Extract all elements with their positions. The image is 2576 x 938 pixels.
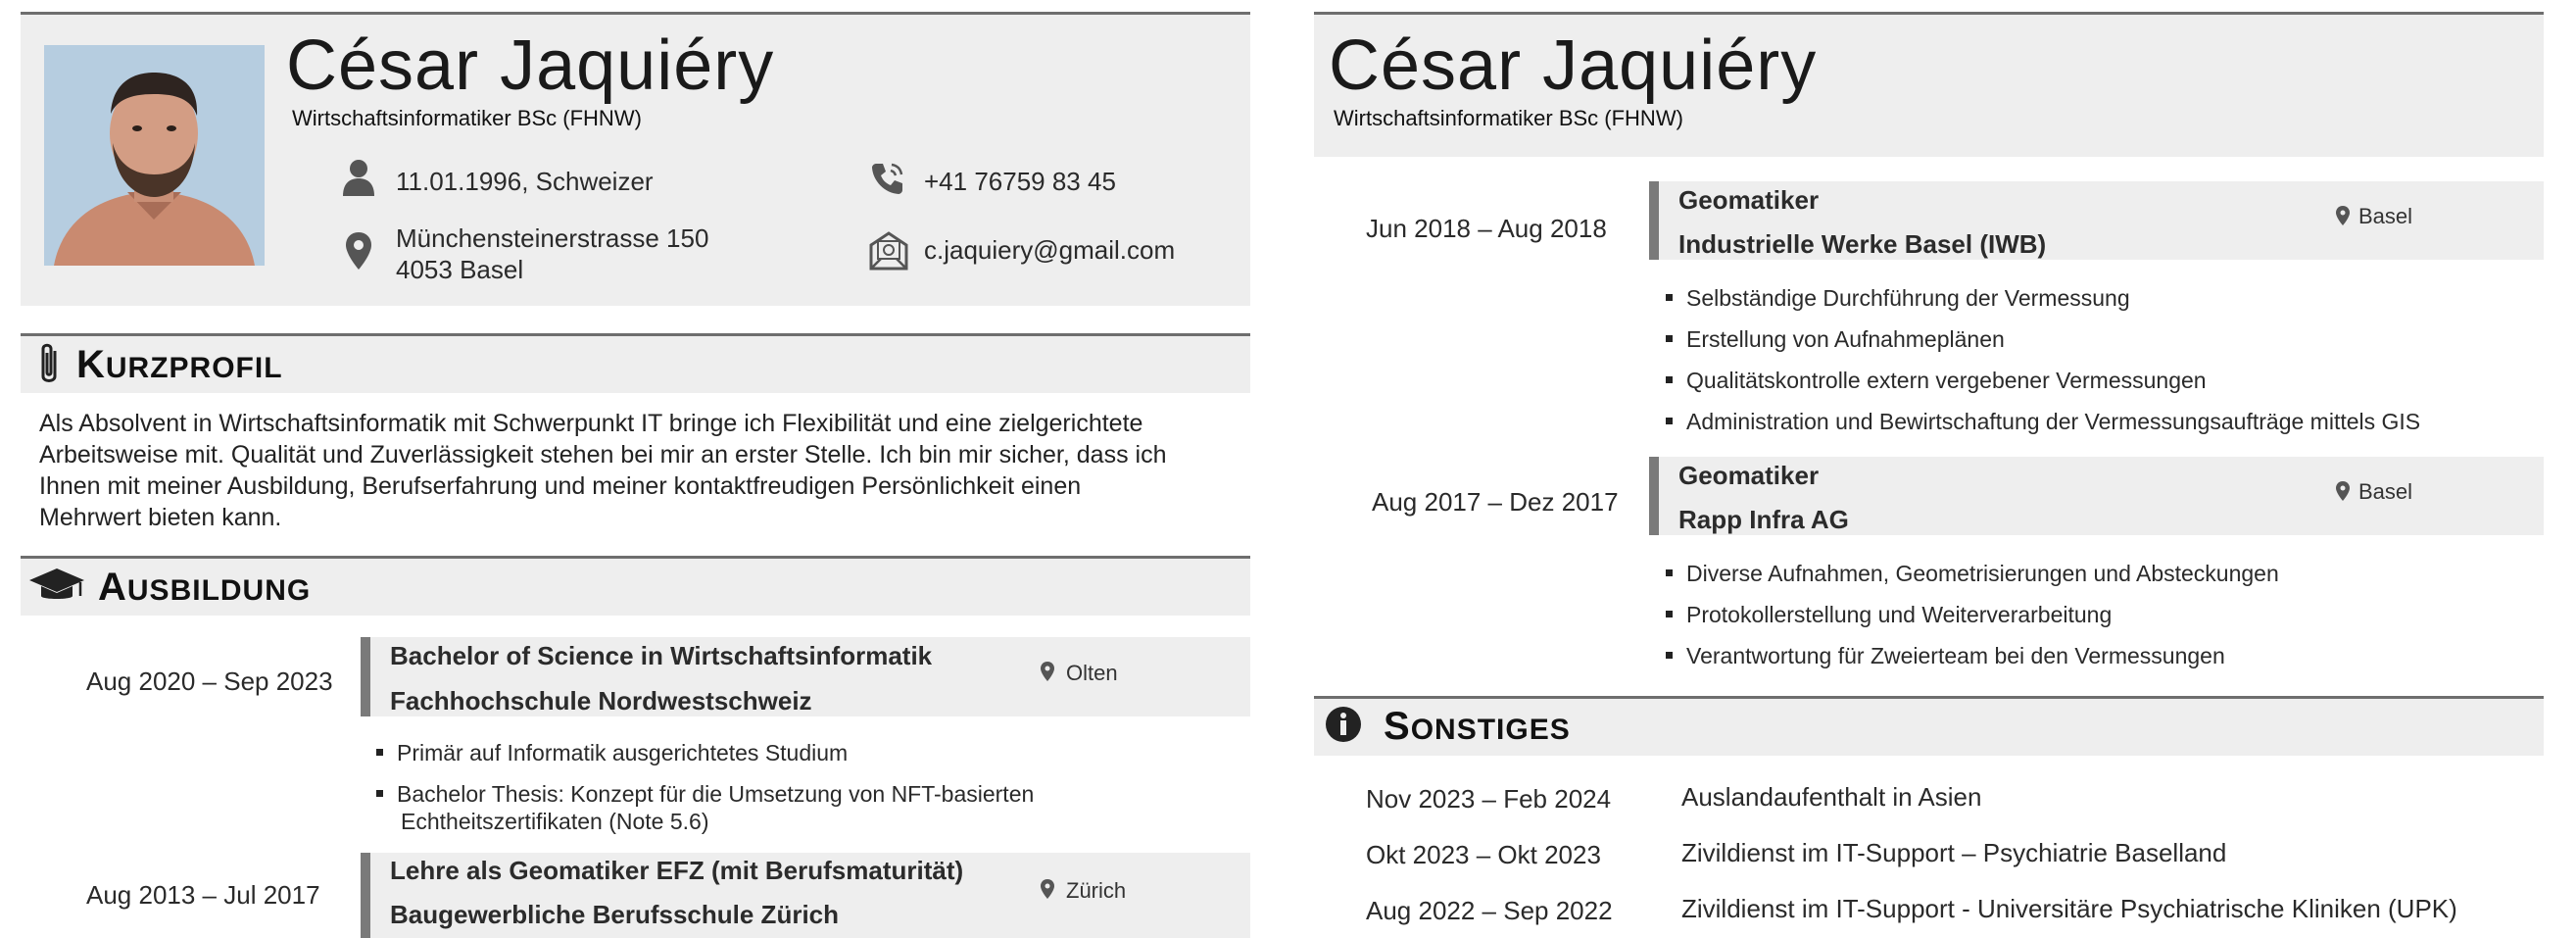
kurzprofil-line: Als Absolvent in Wirtschaftsinformatik m… (39, 410, 1143, 437)
phone-number: +41 76759 83 45 (924, 167, 1116, 196)
bullet-text: Administration und Bewirtschaftung der V… (1686, 409, 2421, 434)
degree-title: Bachelor of Science in Wirtschaftsinform… (390, 641, 933, 670)
bullet-text: Primär auf Informatik ausgerichtetes Stu… (397, 740, 849, 765)
company-name: Industrielle Werke Basel (IWB) (1678, 229, 2047, 259)
location-pin-icon (346, 232, 371, 270)
school-name: Fachhochschule Nordwestschweiz (390, 686, 812, 716)
candidate-name: César Jaquiéry (286, 26, 775, 105)
bullet-text: Protokollerstellung und Weiterverarbeitu… (1686, 602, 2113, 627)
list-item: Selbständige Durchführung der Vermessung (1666, 284, 2130, 313)
sonstiges-title-rest: ONSTIGES (1410, 714, 1571, 746)
ausbildung-title-initial: A (98, 566, 127, 609)
entry-location: Basel (2358, 479, 2413, 504)
list-item: Administration und Bewirtschaftung der V… (1666, 408, 2420, 436)
info-icon (1326, 707, 1361, 742)
entry-location: Zürich (1066, 878, 1127, 903)
list-item-continuation: Echtheitszertifikaten (Note 5.6) (401, 809, 709, 834)
entry-date: Aug 2020 – Sep 2023 (86, 666, 333, 696)
list-item: Bachelor Thesis: Konzept für die Umsetzu… (376, 780, 1034, 809)
sonstiges-title-initial: S (1384, 705, 1411, 748)
phone-icon (872, 163, 903, 194)
list-item: Primär auf Informatik ausgerichtetes Stu… (376, 739, 848, 767)
address-street: Münchensteinerstrasse 150 (396, 223, 709, 253)
misc-date: Okt 2023 – Okt 2023 (1366, 840, 1601, 869)
degree-title: Lehre als Geomatiker EFZ (mit Berufsmatu… (390, 856, 964, 885)
entry-location: Basel (2358, 204, 2413, 228)
location-pin-icon (1041, 879, 1054, 899)
list-item: Diverse Aufnahmen, Geometrisierungen und… (1666, 560, 2279, 588)
location-pin-icon (1041, 662, 1054, 681)
list-item: Erstellung von Aufnahmeplänen (1666, 325, 2005, 354)
entry-date: Jun 2018 – Aug 2018 (1366, 214, 1607, 243)
kurzprofil-line: Mehrwert bieten kann. (39, 504, 282, 531)
email-icon (869, 231, 908, 271)
bullet-text: Bachelor Thesis: Konzept für die Umsetzu… (397, 781, 1035, 807)
ausbildung-title-rest: USBILDUNG (126, 574, 312, 607)
email-address: c.jaquiery@gmail.com (924, 235, 1176, 265)
job-title: Geomatiker (1678, 185, 1820, 215)
ausbildung-title: AUSBILDUNG (98, 566, 311, 610)
cv-page-right: César Jaquiéry Wirtschaftsinformatiker B… (1293, 0, 2576, 938)
company-name: Rapp Infra AG (1678, 505, 1849, 534)
entry-location: Olten (1066, 661, 1118, 685)
job-title: Geomatiker (1678, 461, 1820, 490)
kurzprofil-title: KURZPROFIL (76, 343, 283, 387)
kurzprofil-line: Ihnen mit meiner Ausbildung, Berufserfah… (39, 472, 1082, 500)
location-pin-icon (2336, 206, 2350, 225)
cv-page-left: César Jaquiéry Wirtschaftsinformatiker B… (0, 0, 1293, 938)
kurzprofil-title-rest: URZPROFIL (105, 352, 283, 384)
bullet-text: Verantwortung für Zweierteam bei den Ver… (1686, 643, 2225, 668)
candidate-title: Wirtschaftsinformatiker BSc (FHNW) (292, 106, 642, 130)
candidate-name: César Jaquiéry (1329, 26, 1818, 105)
graduation-cap-icon (29, 568, 84, 599)
misc-text: Zivildienst im IT-Support - Universitäre… (1681, 894, 2457, 923)
misc-date: Aug 2022 – Sep 2022 (1366, 896, 1613, 925)
person-icon (343, 160, 374, 196)
entry-date: Aug 2013 – Jul 2017 (86, 880, 320, 910)
kurzprofil-text: Als Absolvent in Wirtschaftsinformatik m… (39, 408, 1166, 533)
paperclip-icon (41, 343, 57, 382)
candidate-title: Wirtschaftsinformatiker BSc (FHNW) (1334, 106, 1683, 130)
kurzprofil-line: Arbeitsweise mit. Qualität und Zuverläss… (39, 441, 1167, 469)
bullet-text: Qualitätskontrolle extern vergebener Ver… (1686, 368, 2207, 393)
bullet-text: Diverse Aufnahmen, Geometrisierungen und… (1686, 561, 2279, 586)
bullet-text: Selbständige Durchführung der Vermessung (1686, 285, 2130, 311)
location-pin-icon (2336, 481, 2350, 501)
list-item: Verantwortung für Zweierteam bei den Ver… (1666, 642, 2225, 670)
kurzprofil-title-initial: K (76, 343, 106, 386)
misc-date: Nov 2023 – Feb 2024 (1366, 784, 1612, 814)
sonstiges-title: SONSTIGES (1384, 705, 1571, 749)
birth-nationality: 11.01.1996, Schweizer (396, 167, 654, 196)
bullet-text: Erstellung von Aufnahmeplänen (1686, 326, 2005, 352)
list-item: Qualitätskontrolle extern vergebener Ver… (1666, 367, 2207, 395)
profile-photo (44, 45, 265, 266)
entry-date: Aug 2017 – Dez 2017 (1372, 487, 1619, 517)
address-city: 4053 Basel (396, 255, 524, 284)
school-name: Baugewerbliche Berufsschule Zürich (390, 900, 840, 929)
misc-text: Zivildienst im IT-Support – Psychiatrie … (1681, 838, 2227, 867)
list-item: Protokollerstellung und Weiterverarbeitu… (1666, 601, 2112, 629)
misc-text: Auslandaufenthalt in Asien (1681, 782, 1982, 812)
